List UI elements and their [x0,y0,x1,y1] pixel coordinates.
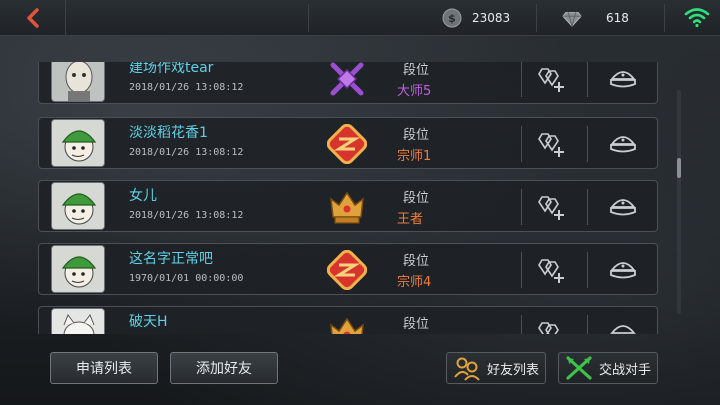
add-friend-icon[interactable] [535,129,567,159]
chevron-left-icon [26,8,39,28]
rank-value: 宗师4 [397,275,432,290]
friend-row[interactable]: 这名字正常吧 1970/01/01 00:00:00 段位 宗师4 [38,243,658,295]
friend-list-label: 好友列表 [487,362,540,378]
divider [587,126,588,162]
apply-list-label: 申请列表 [76,361,132,377]
avatar [51,62,105,102]
gem-icon [562,8,582,28]
friend-name: 女儿 [129,188,157,204]
rank-master-icon [327,62,367,99]
back-button[interactable] [0,0,66,36]
rank-label: 段位 [403,191,430,206]
divider [521,126,522,162]
divider [587,252,588,288]
friend-row[interactable]: 破天H 段位 [38,306,658,334]
military-cap-icon[interactable] [607,255,639,285]
add-friend-icon[interactable] [535,318,567,334]
avatar [51,308,105,334]
add-friend-icon[interactable] [535,255,567,285]
friend-name: 破天H [129,314,168,330]
last-online: 2018/01/26 13:08:12 [129,82,244,93]
add-friend-button[interactable]: 添加好友 [170,352,278,384]
rank-grandmaster-icon [326,249,368,291]
friend-name: 建场作戏tear [129,62,214,76]
rank-label: 段位 [403,63,430,78]
divider [536,4,537,32]
avatar [51,182,105,230]
divider [587,315,588,334]
military-cap-icon[interactable] [607,129,639,159]
military-cap-icon[interactable] [607,318,639,334]
battle-opponent-label: 交战对手 [599,362,652,378]
military-cap-icon[interactable] [607,192,639,222]
last-online: 1970/01/01 00:00:00 [129,273,244,284]
friend-row[interactable]: 建场作戏tear 2018/01/26 13:08:12 段位 大师5 [38,62,658,104]
friend-row[interactable]: 女儿 2018/01/26 13:08:12 段位 王者 [38,180,658,232]
add-friend-icon[interactable] [535,192,567,222]
coin-icon: $ [442,8,462,28]
rank-value: 宗师1 [397,149,432,164]
rank-king-icon [327,187,367,227]
rank-grandmaster-icon [326,123,368,165]
friends-icon [454,357,480,381]
apply-list-button[interactable]: 申请列表 [50,352,158,384]
friend-name: 这名字正常吧 [129,251,213,267]
friend-list[interactable]: 建场作戏tear 2018/01/26 13:08:12 段位 大师5 淡淡稻花… [38,62,674,334]
avatar [51,245,105,293]
divider [521,315,522,334]
crossed-swords-icon [566,356,592,380]
add-friend-label: 添加好友 [196,361,252,377]
friend-row[interactable]: 淡淡稻花香1 2018/01/26 13:08:12 段位 宗师1 [38,117,658,169]
battle-opponent-button[interactable]: 交战对手 [558,352,658,384]
divider [587,62,588,97]
rank-label: 段位 [403,254,430,269]
divider [664,4,665,32]
avatar [51,119,105,167]
scrollbar-track[interactable] [677,90,681,314]
rank-label: 段位 [403,128,430,143]
rank-king-icon [327,313,367,334]
add-friend-icon[interactable] [535,64,567,94]
divider [587,189,588,225]
gem-counter[interactable]: 618 [562,6,629,30]
rank-value: 大师5 [397,84,432,99]
coin-value: 23083 [472,11,511,25]
friend-name: 淡淡稻花香1 [129,125,208,141]
divider [521,252,522,288]
military-cap-icon[interactable] [607,64,639,94]
last-online: 2018/01/26 13:08:12 [129,210,244,221]
rank-value: 王者 [397,212,424,227]
gem-value: 618 [606,11,629,25]
svg-text:$: $ [448,12,456,25]
divider [521,189,522,225]
last-online: 2018/01/26 13:08:12 [129,147,244,158]
friend-list-button[interactable]: 好友列表 [446,352,546,384]
coin-counter[interactable]: $ 23083 [442,6,510,30]
wifi-icon [684,8,710,28]
rank-label: 段位 [403,317,430,332]
scrollbar-thumb[interactable] [677,158,681,178]
divider [521,62,522,97]
divider [308,4,309,32]
top-bar: $ 23083 618 [0,0,720,36]
